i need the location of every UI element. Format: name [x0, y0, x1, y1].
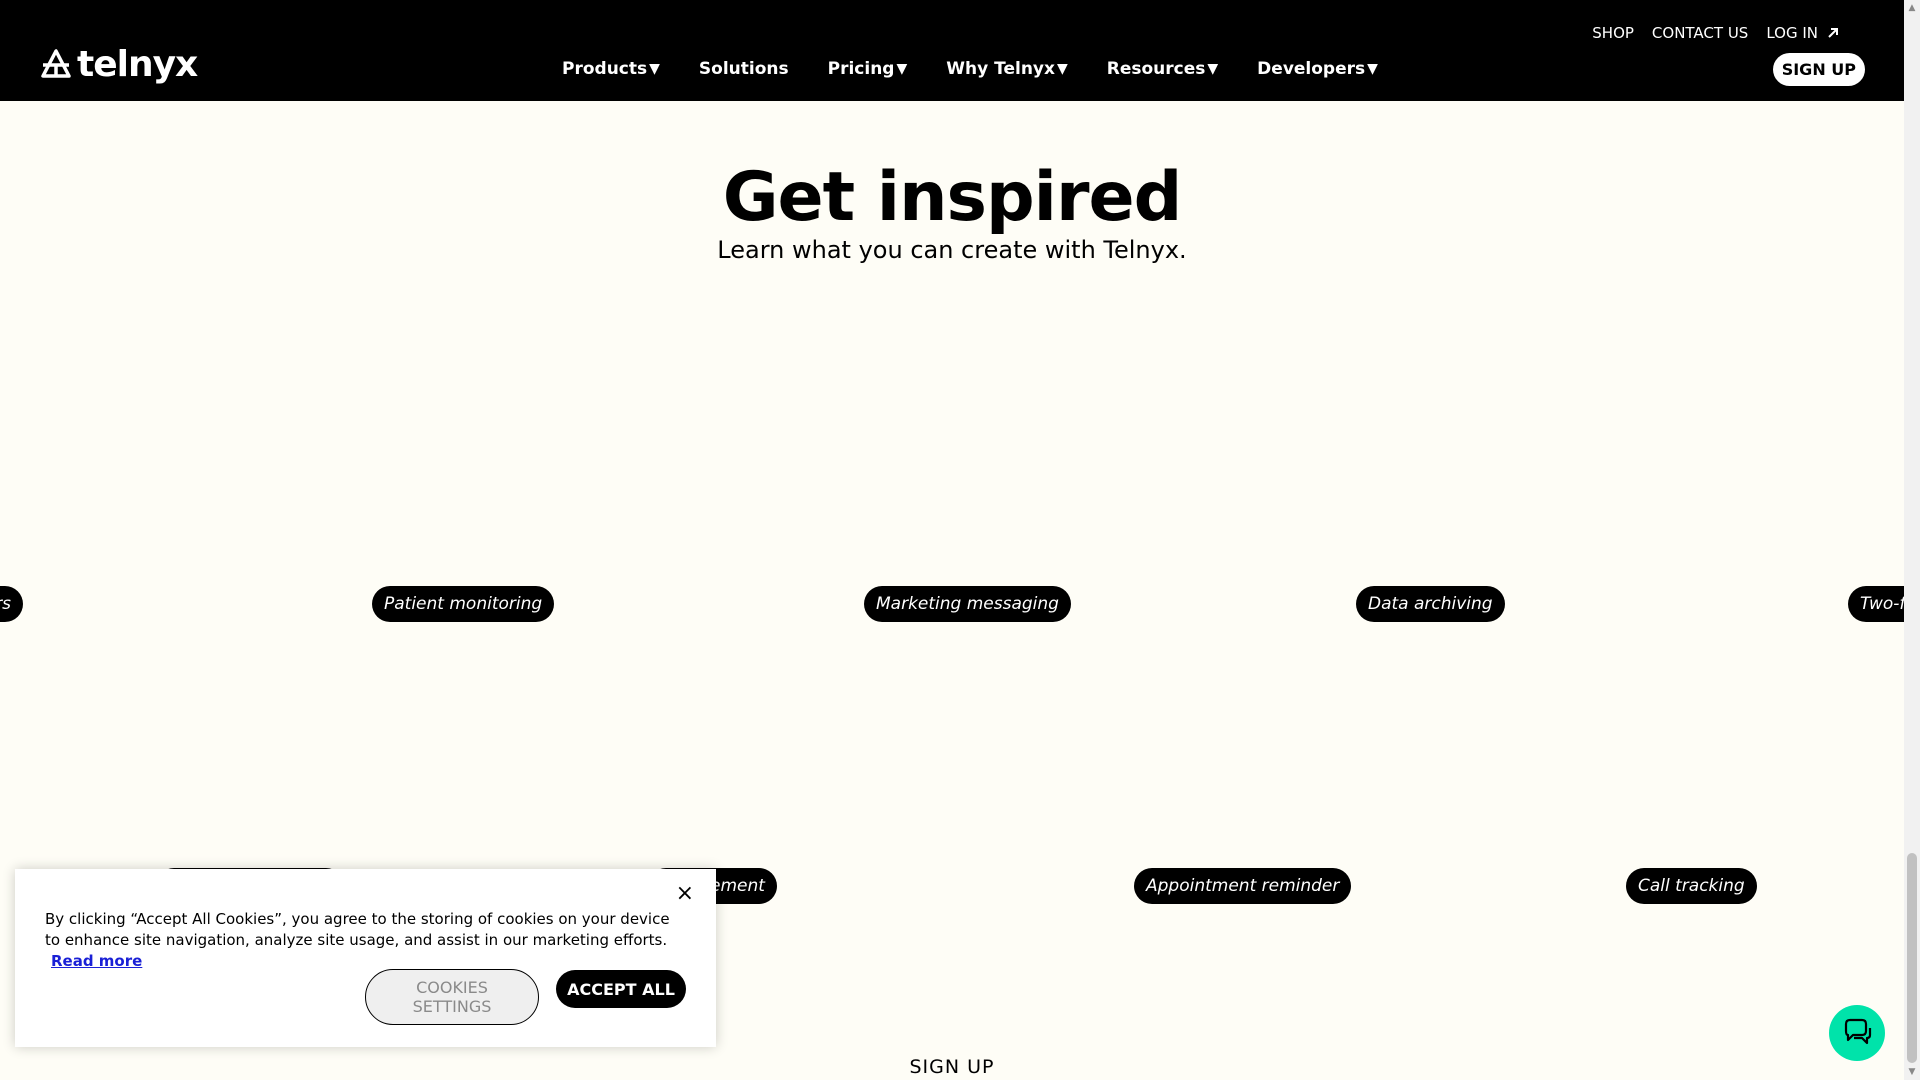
use-case-pill[interactable]: Call tracking	[1626, 868, 1757, 904]
page-title: Get inspired	[722, 157, 1183, 237]
login-label: LOG IN	[1766, 24, 1818, 42]
nav-pricing-label: Pricing	[827, 59, 895, 79]
shop-link[interactable]: SHOP	[1592, 24, 1634, 42]
caret-down-icon: ▼	[649, 61, 660, 77]
external-arrow-icon	[1828, 28, 1838, 38]
nav-pricing[interactable]: Pricing ▼	[828, 59, 908, 79]
nav-solutions-label: Solutions	[698, 59, 789, 79]
page: telnyx SHOP CONTACT US LOG IN Products ▼…	[0, 0, 1920, 1080]
telnyx-logo-icon	[41, 49, 71, 78]
nav-products-label: Products	[562, 59, 648, 79]
main-nav: Products ▼ Solutions Pricing ▼ Why Telny…	[562, 59, 1378, 79]
caret-down-icon: ▼	[1207, 61, 1219, 77]
scrollbar[interactable]: ▲ ▼	[1904, 0, 1920, 1080]
nav-why-telnyx-label: Why Telnyx	[946, 59, 1055, 79]
scroll-down-arrow-icon[interactable]: ▼	[1904, 1064, 1920, 1080]
chat-bubbles-icon	[1844, 1018, 1872, 1045]
bottom-signup-link[interactable]: SIGN UP	[0, 1056, 1904, 1078]
use-case-pill[interactable]: rs	[0, 586, 23, 622]
cookie-message: By clicking “Accept All Cookies”, you ag…	[45, 909, 685, 972]
caret-down-icon: ▼	[896, 61, 908, 77]
chat-button[interactable]	[1829, 1005, 1885, 1061]
nav-developers[interactable]: Developers ▼	[1257, 59, 1378, 79]
logo[interactable]: telnyx	[39, 44, 198, 85]
contact-us-link[interactable]: CONTACT US	[1652, 24, 1748, 42]
login-link[interactable]: LOG IN	[1766, 24, 1840, 42]
caret-down-icon: ▼	[1056, 61, 1068, 77]
cookie-banner: × By clicking “Accept All Cookies”, you …	[15, 869, 716, 1047]
use-case-pill[interactable]: Patient monitoring	[372, 586, 555, 622]
close-icon[interactable]: ×	[676, 881, 694, 906]
nav-why-telnyx[interactable]: Why Telnyx ▼	[946, 59, 1067, 79]
accept-all-button[interactable]: ACCEPT ALL	[556, 970, 686, 1008]
cookies-settings-button[interactable]: COOKIES SETTINGS	[365, 969, 539, 1025]
page-subtitle: Learn what you can create with Telnyx.	[717, 236, 1187, 264]
utility-links: SHOP CONTACT US LOG IN	[1592, 24, 1840, 42]
nav-developers-label: Developers	[1257, 59, 1366, 79]
use-case-pill[interactable]: Marketing messaging	[864, 586, 1071, 622]
scrollbar-thumb[interactable]	[1907, 853, 1917, 1063]
use-case-pill[interactable]: Appointment reminder	[1134, 868, 1352, 904]
nav-resources[interactable]: Resources ▼	[1107, 59, 1218, 79]
scroll-up-arrow-icon[interactable]: ▲	[1904, 0, 1920, 16]
nav-products[interactable]: Products ▼	[562, 59, 660, 79]
use-case-pill[interactable]: Data archiving	[1356, 586, 1505, 622]
header-signup-button[interactable]: SIGN UP	[1772, 53, 1865, 86]
logo-text: telnyx	[77, 44, 198, 85]
cookie-text: By clicking “Accept All Cookies”, you ag…	[45, 910, 670, 949]
nav-resources-label: Resources	[1106, 59, 1206, 79]
nav-solutions[interactable]: Solutions	[699, 59, 789, 79]
caret-down-icon: ▼	[1367, 61, 1378, 77]
read-more-link[interactable]: Read more	[51, 952, 142, 970]
site-header: telnyx SHOP CONTACT US LOG IN Products ▼…	[0, 0, 1904, 101]
